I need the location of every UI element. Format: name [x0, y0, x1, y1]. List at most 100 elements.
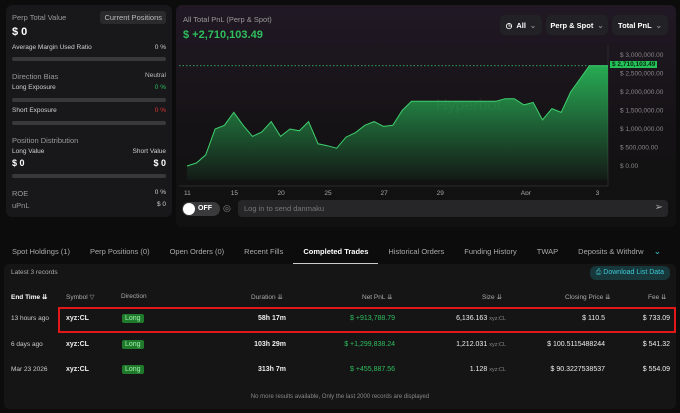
distribution-bar	[12, 174, 166, 178]
filter-icon: ▽	[89, 294, 95, 301]
y-tick-label: $ 3,000,000.00	[620, 52, 664, 59]
tab-funding-history[interactable]: Funding History	[454, 247, 527, 256]
header-fee[interactable]: Fee ⇊	[648, 293, 666, 301]
tab-perp-positions[interactable]: Perp Positions (0)	[80, 247, 160, 256]
closing-price: $ 90.3227538537	[550, 366, 606, 373]
pnl-area-chart: $ 3,000,000.00 $ 2,500,000.00 $ 2,000,000.…	[179, 45, 664, 195]
table-row[interactable]: 6 days ago xyz:CL Long 103h 29m $ +1,299…	[4, 339, 676, 353]
tab-open-orders[interactable]: Open Orders (0)	[160, 247, 235, 256]
duration: 313h 7m	[257, 366, 286, 373]
x-tick-label: 25	[324, 190, 332, 195]
fee: $ 541.32	[642, 340, 670, 348]
closing-price: $ 110.5	[582, 315, 605, 322]
perp-total-value-label: Perp Total Value	[12, 13, 67, 22]
short-exposure-bar	[12, 121, 166, 125]
tab-bar: Spot Holdings (1) Perp Positions (0) Ope…	[0, 238, 680, 265]
long-exposure-label: Long Exposure	[12, 84, 56, 91]
symbol[interactable]: xyz:CL	[66, 315, 89, 322]
sort-icon: ⇊	[496, 294, 502, 301]
y-tick-label: $ 2,000,000.00	[620, 89, 664, 96]
sort-icon: ⇊	[605, 294, 611, 301]
chevron-down-icon[interactable]: ⌄	[654, 246, 662, 257]
pnl-chart-panel: All Total PnL (Perp & Spot) $ +2,710,103…	[176, 5, 676, 227]
danmaku-toggle[interactable]: OFF	[182, 202, 220, 216]
sort-icon: ⇊	[277, 294, 283, 301]
net-pnl: $ +1,299,838.24	[344, 340, 395, 348]
position-summary-panel: Perp Total Value Current Positions $ 0 A…	[6, 5, 172, 217]
pnl-area	[187, 65, 608, 180]
size: 1.128	[469, 366, 488, 373]
size: 6,136.163	[456, 315, 488, 322]
tab-spot-holdings[interactable]: Spot Holdings (1)	[0, 247, 80, 256]
tab-deposits-withdrawals[interactable]: Deposits & Withdrw	[568, 247, 653, 256]
sort-icon: ⇊	[41, 294, 48, 301]
symbol[interactable]: xyz:CL	[66, 366, 89, 373]
tab-historical-orders[interactable]: Historical Orders	[378, 247, 454, 256]
short-value-label: Short Value	[132, 148, 166, 155]
long-value: $ 0	[12, 158, 25, 168]
size-unit: xyz:CL	[489, 367, 506, 373]
danmaku-input[interactable]: Log in to send danmaku ➢	[238, 200, 668, 217]
header-direction: Direction	[121, 293, 147, 300]
tab-twap[interactable]: TWAP	[527, 247, 568, 256]
tab-recent-fills[interactable]: Recent Fills	[234, 247, 293, 256]
download-label: Download List Data	[603, 269, 664, 276]
current-positions-button[interactable]: Current Positions	[100, 11, 166, 24]
net-pnl: $ +913,788.79	[350, 315, 395, 322]
direction-badge: Long	[122, 339, 144, 349]
long-value-label: Long Value	[12, 148, 45, 155]
margin-label: Average Margin Used Ratio	[12, 44, 92, 51]
settings-icon[interactable]: ◎	[223, 203, 231, 214]
long-exposure-bar	[12, 98, 166, 102]
records-count: Latest 3 records	[11, 269, 58, 276]
margin-bar	[12, 57, 166, 61]
y-tick-label: $ 1,000,000.00	[620, 126, 664, 133]
direction-bias-label: Direction Bias	[12, 72, 59, 81]
table-row[interactable]: 13 hours ago xyz:CL Long 58h 17m $ +913,…	[4, 314, 676, 327]
position-distribution-label: Position Distribution	[12, 136, 79, 145]
x-tick-label: 11	[184, 190, 191, 195]
upnl-label: uPnL	[12, 201, 30, 210]
x-tick-label: 20	[278, 190, 286, 195]
table-row[interactable]: Mar 23 2026 xyz:CL Long 313h 7m $ +455,8…	[4, 365, 676, 378]
danmaku-placeholder: Log in to send danmaku	[244, 204, 325, 213]
upnl-value: $ 0	[156, 201, 166, 208]
roe-label: ROE	[12, 189, 29, 198]
y-tick-label: $ 1,500,000.00	[620, 108, 664, 115]
size-unit: xyz:CL	[489, 341, 506, 348]
net-pnl: $ +455,887.56	[350, 366, 395, 373]
roe-value: 0 %	[154, 189, 166, 196]
symbol[interactable]: xyz:CL	[66, 341, 89, 348]
fee: $ 554.09	[642, 366, 670, 373]
direction-badge: Long	[122, 314, 144, 323]
end-time: Mar 23 2026	[11, 366, 48, 373]
size: 1,212.031	[456, 340, 488, 348]
x-tick-label: 29	[437, 190, 445, 195]
short-exposure-label: Short Exposure	[12, 107, 57, 114]
short-value: $ 0	[153, 158, 166, 168]
duration: 58h 17m	[257, 315, 286, 322]
y-tick-label: $ 2,500,000.00	[620, 71, 664, 78]
header-duration[interactable]: Duration ⇊	[251, 293, 283, 301]
send-icon[interactable]: ➢	[655, 202, 663, 213]
direction-badge: Long	[122, 365, 144, 374]
header-end-time[interactable]: End Time ⇊	[11, 293, 47, 301]
fee: $ 733.09	[642, 315, 670, 322]
end-time: 6 days ago	[11, 340, 43, 348]
header-closing-price[interactable]: Closing Price ⇊	[565, 293, 611, 301]
header-net-pnl[interactable]: Net PnL ⇊	[362, 293, 393, 301]
sort-icon: ⇊	[387, 294, 393, 301]
sort-icon: ⇊	[661, 294, 667, 301]
x-tick-label: 3	[596, 190, 600, 195]
header-size[interactable]: Size ⇊	[482, 293, 502, 301]
tab-completed-trades[interactable]: Completed Trades	[293, 247, 379, 265]
x-tick-label: 15	[231, 190, 239, 195]
y-tick-label: $ 500,000.00	[620, 145, 658, 152]
table-footer: No more results available, Only the last…	[250, 394, 430, 400]
download-button[interactable]: ⎙ Download List Data	[589, 266, 670, 280]
short-exposure-value: 0 %	[154, 107, 166, 114]
duration: 103h 29m	[254, 340, 286, 348]
current-value-label: $ 2,710,103.49	[610, 60, 658, 68]
header-symbol[interactable]: Symbol ▽	[66, 293, 95, 301]
margin-value: 0 %	[154, 44, 166, 51]
